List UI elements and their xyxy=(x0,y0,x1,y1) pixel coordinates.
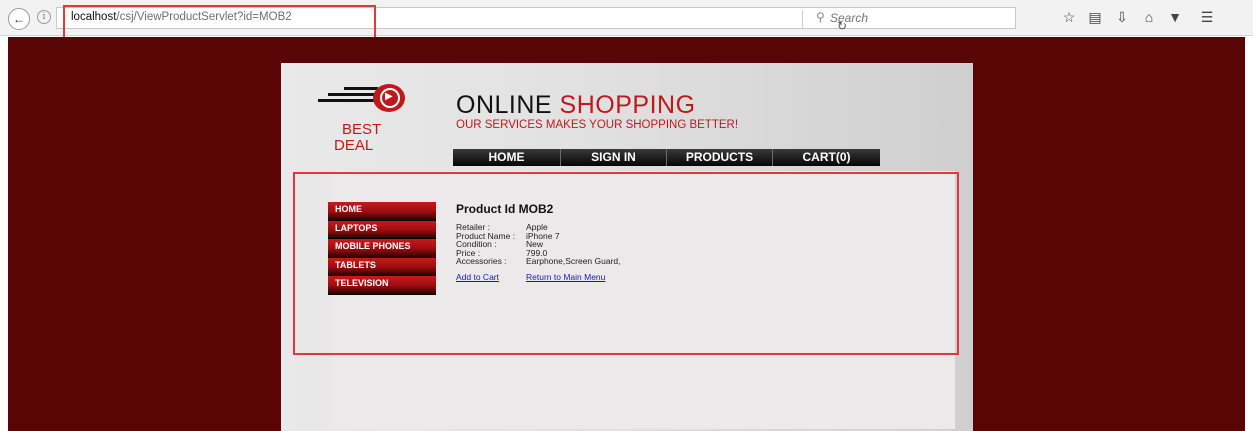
info-icon[interactable]: i xyxy=(37,10,51,24)
reading-list-icon[interactable]: ▤ xyxy=(1086,9,1104,26)
site-title-online: ONLINE xyxy=(456,91,553,119)
nav-products[interactable]: PRODUCTS xyxy=(667,149,773,166)
bookmark-star-icon[interactable]: ☆ xyxy=(1060,9,1078,26)
top-nav: HOME SIGN IN PRODUCTS CART(0) xyxy=(453,149,880,166)
pocket-icon[interactable]: ▼ xyxy=(1166,9,1184,25)
home-icon[interactable]: ⌂ xyxy=(1140,9,1158,25)
logo-stripes xyxy=(318,85,378,107)
toolbar-separator xyxy=(802,10,803,28)
search-icon: ⚲ xyxy=(816,10,825,24)
brand-deal: DEAL xyxy=(334,137,374,154)
nav-home[interactable]: HOME xyxy=(453,149,561,166)
menu-icon[interactable]: ☰ xyxy=(1198,9,1216,26)
site-title-shopping: SHOPPING xyxy=(559,91,696,119)
nav-sign-in[interactable]: SIGN IN xyxy=(561,149,667,166)
content-highlight-box xyxy=(293,172,959,355)
brand-best: BEST xyxy=(342,121,382,138)
logo-arrow-icon: ▶ xyxy=(385,91,393,102)
nav-cart[interactable]: CART(0) xyxy=(773,149,880,166)
search-box[interactable]: ⚲ xyxy=(808,7,1020,29)
search-input[interactable] xyxy=(830,9,1010,27)
back-arrow-icon[interactable]: ← xyxy=(8,8,30,30)
site-tagline: OUR SERVICES MAKES YOUR SHOPPING BETTER! xyxy=(456,119,739,131)
download-icon[interactable]: ⇩ xyxy=(1113,9,1131,26)
site-title: ONLINE SHOPPING xyxy=(456,91,696,120)
